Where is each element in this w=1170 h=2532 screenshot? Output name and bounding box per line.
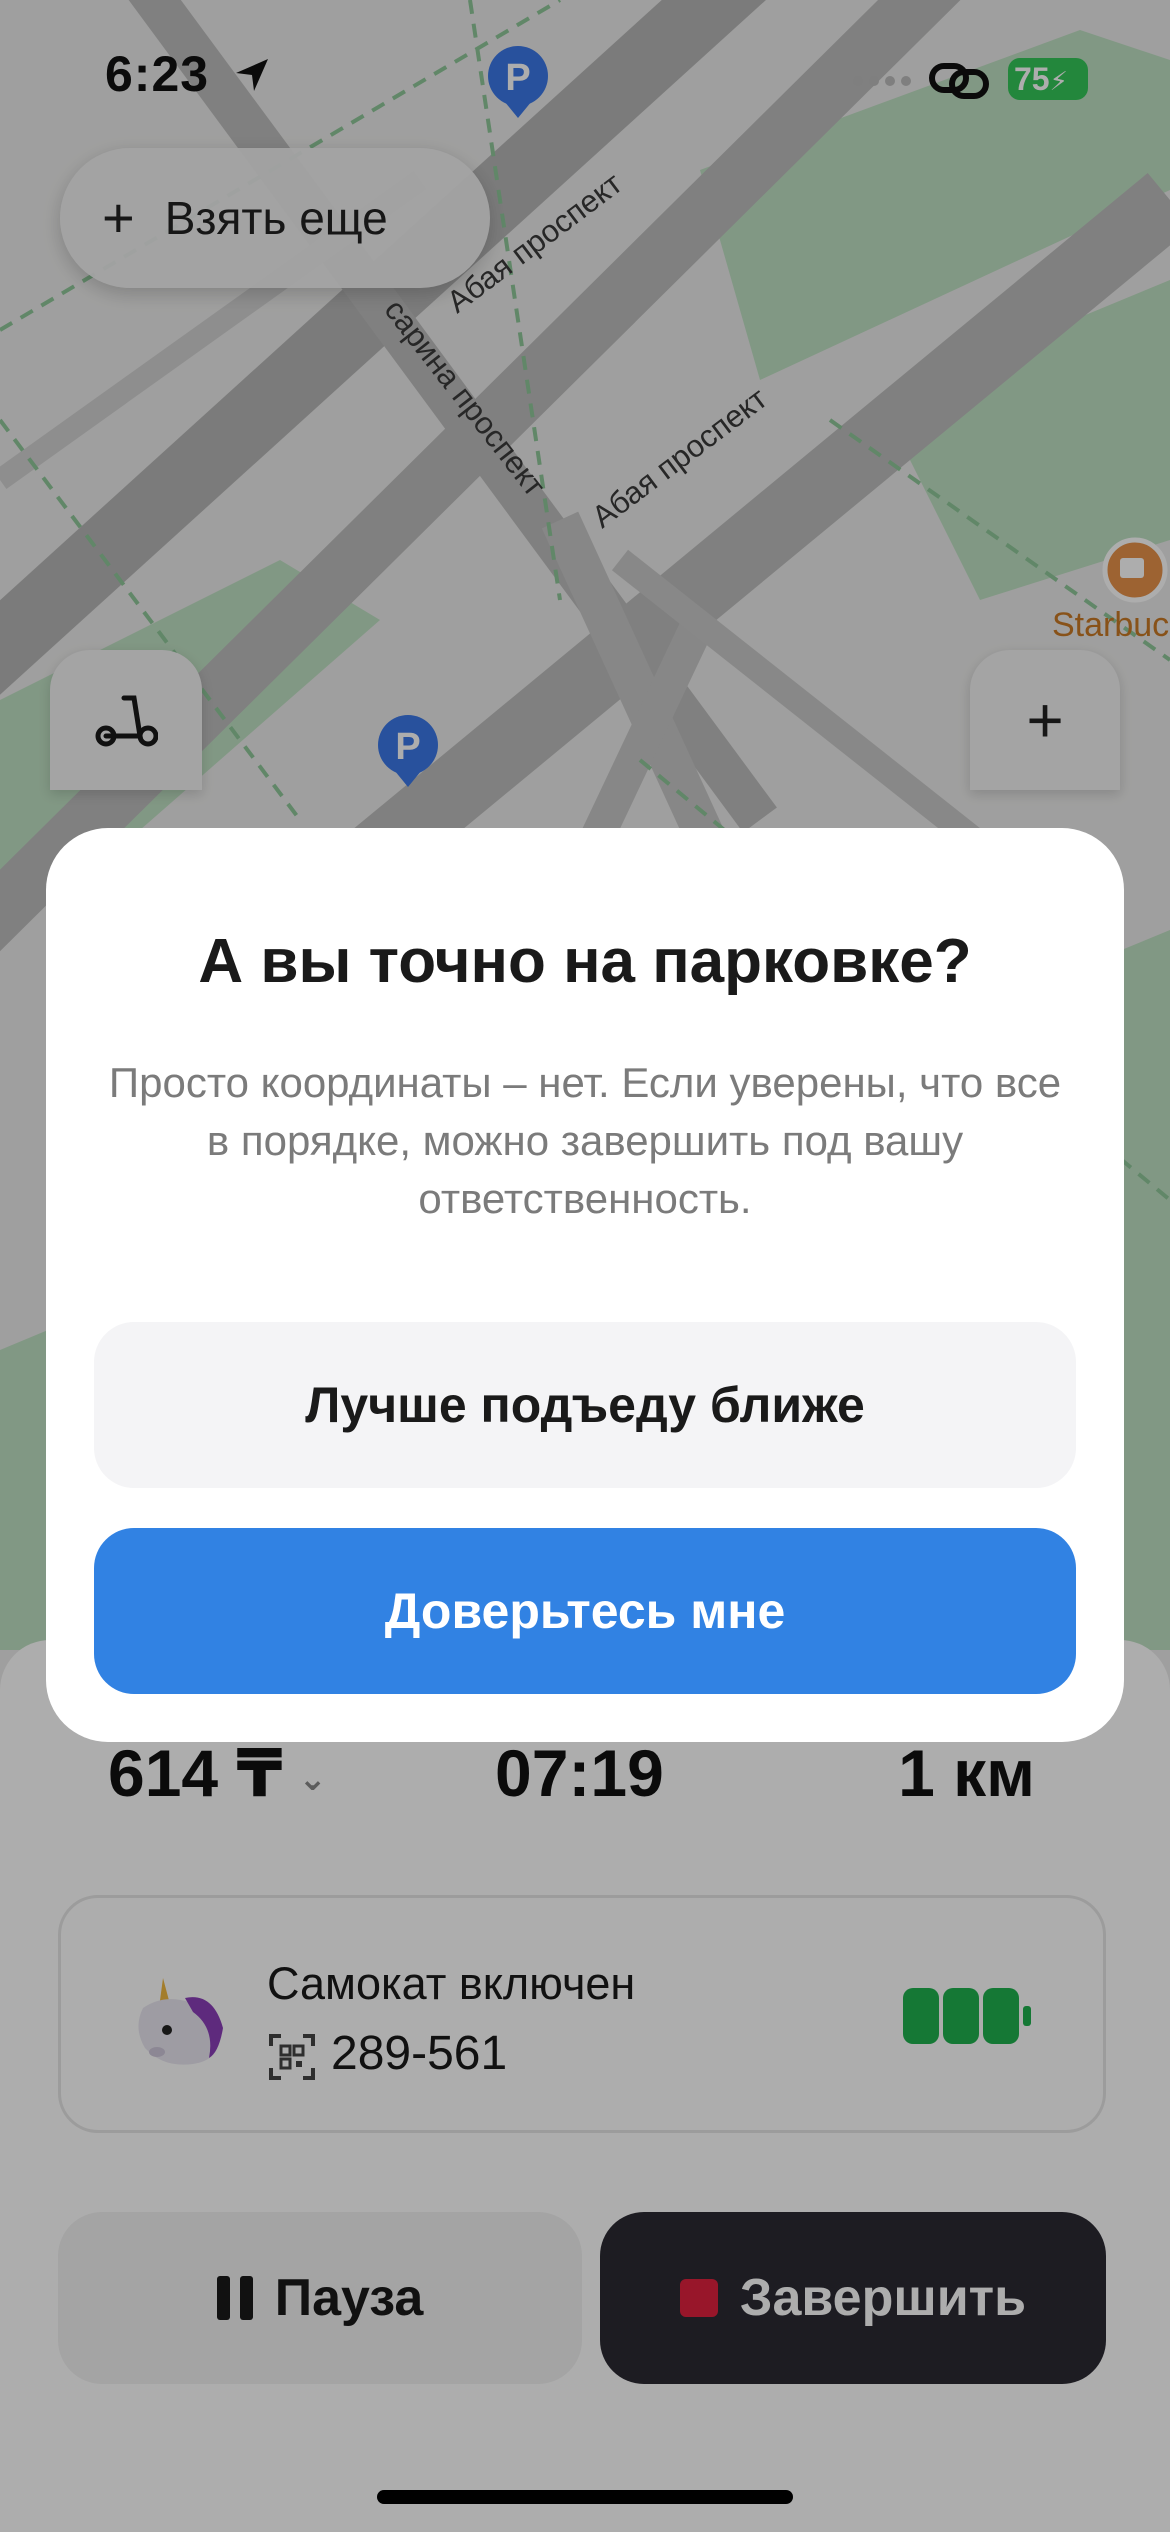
scooter-filter-button[interactable] — [50, 650, 202, 790]
trip-duration: 07:19 — [495, 1736, 664, 1810]
qr-code-icon — [269, 2034, 315, 2080]
ride-closer-button[interactable]: Лучше подъеду ближе — [94, 1322, 1076, 1488]
parking-confirm-dialog: А вы точно на парковке? Просто координат… — [46, 828, 1124, 1742]
trip-cost-value: 614 ₸ — [108, 1736, 283, 1810]
signal-dots-icon — [853, 76, 911, 86]
take-more-label: Взять еще — [164, 192, 388, 244]
take-more-button[interactable]: + Взять еще — [60, 148, 490, 288]
trip-distance: 1 км — [898, 1736, 1035, 1810]
unicorn-avatar-icon — [138, 1978, 223, 2065]
stop-icon — [679, 2279, 718, 2317]
poi-label: Starbuc — [1052, 606, 1170, 644]
charging-bolt-icon: ⚡ — [1049, 66, 1068, 96]
scooter-icon — [95, 695, 158, 747]
finish-label: Завершить — [739, 2269, 1027, 2327]
location-arrow-icon — [236, 59, 268, 91]
status-time: 6:23 — [105, 46, 210, 102]
coffee-icon[interactable] — [1102, 537, 1168, 603]
home-indicator[interactable] — [377, 2490, 793, 2504]
scooter-card[interactable]: Самокат включен 289-561 — [58, 1895, 1106, 2133]
plus-icon: + — [102, 186, 135, 249]
scooter-state: Самокат включен — [267, 1958, 636, 2009]
plus-icon: + — [1026, 684, 1064, 756]
battery-icon — [903, 1988, 1031, 2044]
svg-text:P: P — [395, 726, 420, 768]
dialog-body: Просто координаты – нет. Если уверены, ч… — [108, 1059, 1062, 1222]
trust-me-button[interactable]: Доверьтесь мне — [94, 1528, 1076, 1694]
pause-button[interactable]: Пауза — [58, 2212, 582, 2384]
pause-label: Пауза — [274, 2269, 424, 2327]
trip-stats: 614 ₸ ⌄ 07:19 1 км — [0, 1735, 1170, 1815]
pause-icon — [216, 2276, 253, 2320]
dialog-title: А вы точно на парковке? — [198, 927, 972, 996]
scooter-code: 289-561 — [331, 2027, 508, 2080]
status-bar: 6:23 75⚡ — [0, 0, 1170, 150]
chevron-down-icon: ⌄ — [298, 1759, 327, 1798]
battery-indicator: 75⚡ — [1008, 58, 1088, 100]
zoom-in-button[interactable]: + — [970, 650, 1120, 790]
trip-cost[interactable]: 614 ₸ ⌄ — [108, 1735, 327, 1812]
finish-button[interactable]: Завершить — [600, 2212, 1106, 2384]
battery-level: 75 — [1014, 61, 1050, 97]
link-icon — [929, 63, 989, 99]
